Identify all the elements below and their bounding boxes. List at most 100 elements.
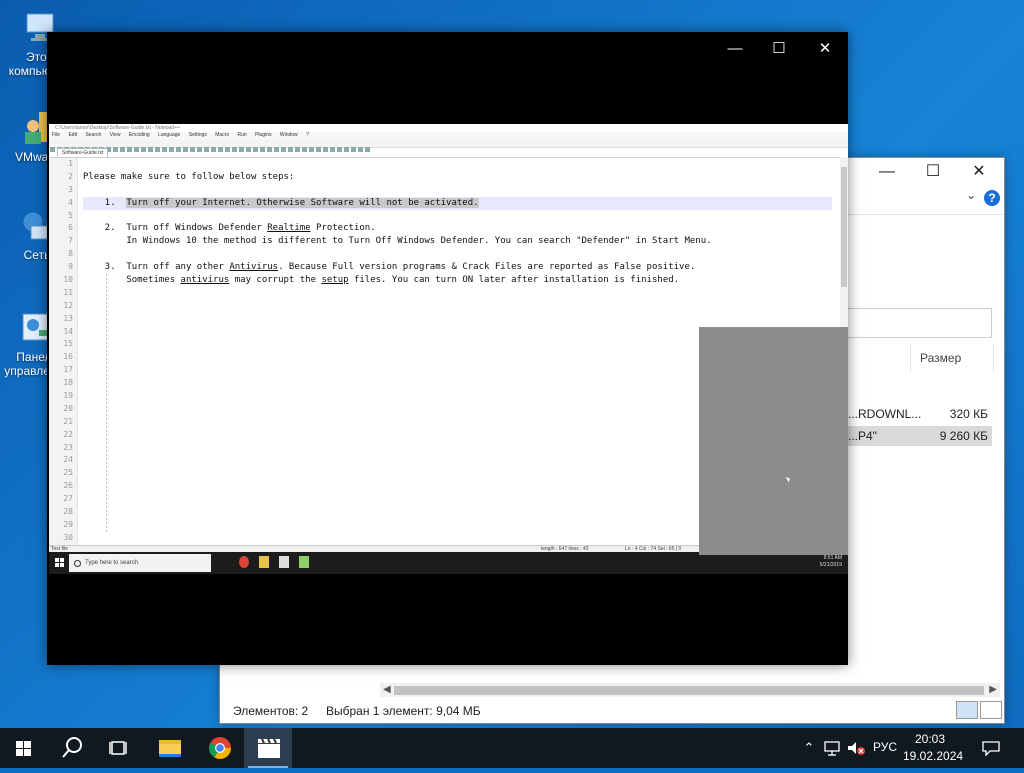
- file-explorer-taskbar-button[interactable]: [146, 728, 194, 768]
- search-input[interactable]: [840, 308, 992, 338]
- gray-overlay: [699, 327, 848, 555]
- line-number: 17: [63, 365, 73, 375]
- start-button[interactable]: [0, 728, 48, 768]
- line-number: 8: [68, 249, 73, 259]
- text-line: Please make sure to follow below steps:: [83, 171, 295, 182]
- line-number: 7: [68, 236, 73, 246]
- video-player-window: — ☐ ✕ C:\Users\lamar\Desktop\Software-Gu…: [47, 32, 848, 665]
- text-span: Sometimes: [83, 275, 181, 286]
- network-icon[interactable]: [822, 740, 842, 756]
- task-view-icon: [109, 741, 127, 755]
- notepad-icon: [299, 556, 309, 568]
- text-line: Sometimes antivirus may corrupt the setu…: [83, 274, 832, 287]
- list-number: 1.: [83, 197, 127, 208]
- clock[interactable]: 20:03 19.02.2024: [903, 731, 964, 765]
- text-line: [83, 158, 832, 171]
- line-number: 6: [68, 223, 73, 233]
- line-number: 3: [68, 184, 73, 194]
- line-number: 2: [68, 171, 73, 181]
- search-icon: [62, 737, 82, 758]
- minimize-button[interactable]: —: [864, 158, 910, 186]
- menu-item: Settings: [188, 132, 207, 138]
- menu-item: ?: [306, 132, 309, 138]
- close-button[interactable]: ✕: [805, 38, 845, 60]
- line-number: 26: [63, 481, 73, 491]
- language-indicator[interactable]: РУС: [873, 740, 897, 754]
- menu-item: Edit: [68, 132, 78, 138]
- text-span: Protection.: [310, 223, 376, 234]
- text-span: 2. Turn off Windows Defender: [83, 223, 268, 234]
- video-player-taskbar-button[interactable]: [244, 728, 292, 768]
- column-header-size[interactable]: Размер: [920, 351, 961, 365]
- line-number: 4: [68, 197, 73, 207]
- desktop: Этот компьютер VMware Сеть Панель управл…: [0, 0, 1024, 728]
- spellcheck-word: Realtime: [267, 223, 311, 234]
- notepad-title: C:\Users\lamar\Desktop\Software-Guide.tx…: [49, 124, 848, 132]
- spellcheck-word: antivirus: [180, 275, 230, 286]
- details-view-button[interactable]: [956, 701, 978, 719]
- file-size: 9 260 КБ: [939, 429, 988, 443]
- line-number: 18: [63, 378, 73, 388]
- status-selection: Выбран 1 элемент: 9,04 МБ: [326, 704, 481, 718]
- recorded-time: 8:51 AM: [823, 555, 842, 561]
- task-view-button[interactable]: [96, 728, 144, 768]
- menu-item: File: [52, 132, 61, 138]
- line-number-gutter: 1 2 3 4 5 6 7 8 9 10 11 12 13 14 15 16 1: [49, 158, 78, 546]
- column-divider[interactable]: [910, 345, 911, 373]
- file-name: ...P4": [848, 429, 877, 443]
- help-icon[interactable]: ?: [984, 190, 1000, 206]
- line-number: 16: [63, 352, 73, 362]
- recorded-search-box: Type here to search: [69, 554, 211, 572]
- line-number: 20: [63, 403, 73, 413]
- folder-icon: [259, 556, 269, 568]
- notification-icon[interactable]: [980, 740, 1002, 757]
- scroll-right-icon[interactable]: ▶: [989, 683, 997, 697]
- volume-muted-icon[interactable]: [845, 740, 867, 756]
- recorded-taskbar: Type here to search 8:51 AM 5/21/2019: [49, 552, 848, 574]
- large-icons-view-button[interactable]: [980, 701, 1002, 719]
- column-divider[interactable]: [993, 345, 994, 373]
- clapperboard-icon: [258, 738, 280, 758]
- selected-text: Turn off your Internet. Otherwise Softwa…: [126, 197, 479, 208]
- notepad-toolbar: [49, 139, 848, 152]
- chevron-up-icon[interactable]: ⌃: [800, 740, 818, 756]
- line-number: 12: [63, 300, 73, 310]
- line-number: 5: [68, 210, 73, 220]
- recorded-clock: 8:51 AM 5/21/2019: [820, 555, 842, 569]
- text-line-current: 1. Turn off your Internet. Otherwise Sof…: [83, 196, 832, 210]
- maximize-button[interactable]: ☐: [759, 38, 799, 60]
- scroll-left-icon[interactable]: ◀: [383, 683, 391, 697]
- menu-item: Plugins: [255, 132, 272, 138]
- text-span: 3. Turn off any other: [83, 262, 230, 273]
- chrome-icon: [239, 556, 249, 568]
- menu-item: Encoding: [128, 132, 150, 138]
- line-number: 10: [63, 275, 73, 285]
- search-button[interactable]: [48, 728, 96, 768]
- text-line: [83, 210, 832, 223]
- text-line: 3. Turn off any other Antivirus. Because…: [83, 261, 832, 274]
- spellcheck-word: setup: [321, 275, 349, 286]
- text-span: . Because Full version programs & Crack …: [278, 262, 696, 273]
- line-number: 9: [68, 262, 73, 272]
- maximize-button[interactable]: ☐: [910, 158, 956, 186]
- notepad-menu-bar: File Edit Search View Encoding Language …: [49, 132, 848, 139]
- clock-date: 19.02.2024: [903, 749, 964, 763]
- scrollbar-thumb[interactable]: [394, 686, 984, 695]
- text-span: files. You can turn ON later after insta…: [348, 275, 680, 286]
- recorded-date: 5/21/2019: [819, 562, 842, 568]
- line-number: 25: [63, 468, 73, 478]
- chevron-down-icon[interactable]: ⌄: [966, 188, 976, 202]
- menu-item: Run: [237, 132, 247, 138]
- line-number: 14: [63, 326, 73, 336]
- minimize-button[interactable]: —: [715, 38, 755, 60]
- chrome-taskbar-button[interactable]: [196, 728, 244, 768]
- search-placeholder: Type here to search: [85, 560, 139, 566]
- close-button[interactable]: ✕: [956, 158, 1002, 186]
- spellcheck-word: Antivirus: [229, 262, 279, 273]
- line-number: 28: [63, 507, 73, 517]
- taskbar: ⌃ РУС 20:03 19.02.2024: [0, 728, 1024, 768]
- video-frame[interactable]: C:\Users\lamar\Desktop\Software-Guide.tx…: [49, 124, 848, 574]
- windows-logo-icon: [55, 558, 64, 567]
- line-number: 27: [63, 494, 73, 504]
- horizontal-scrollbar[interactable]: ◀ ▶: [380, 683, 1000, 697]
